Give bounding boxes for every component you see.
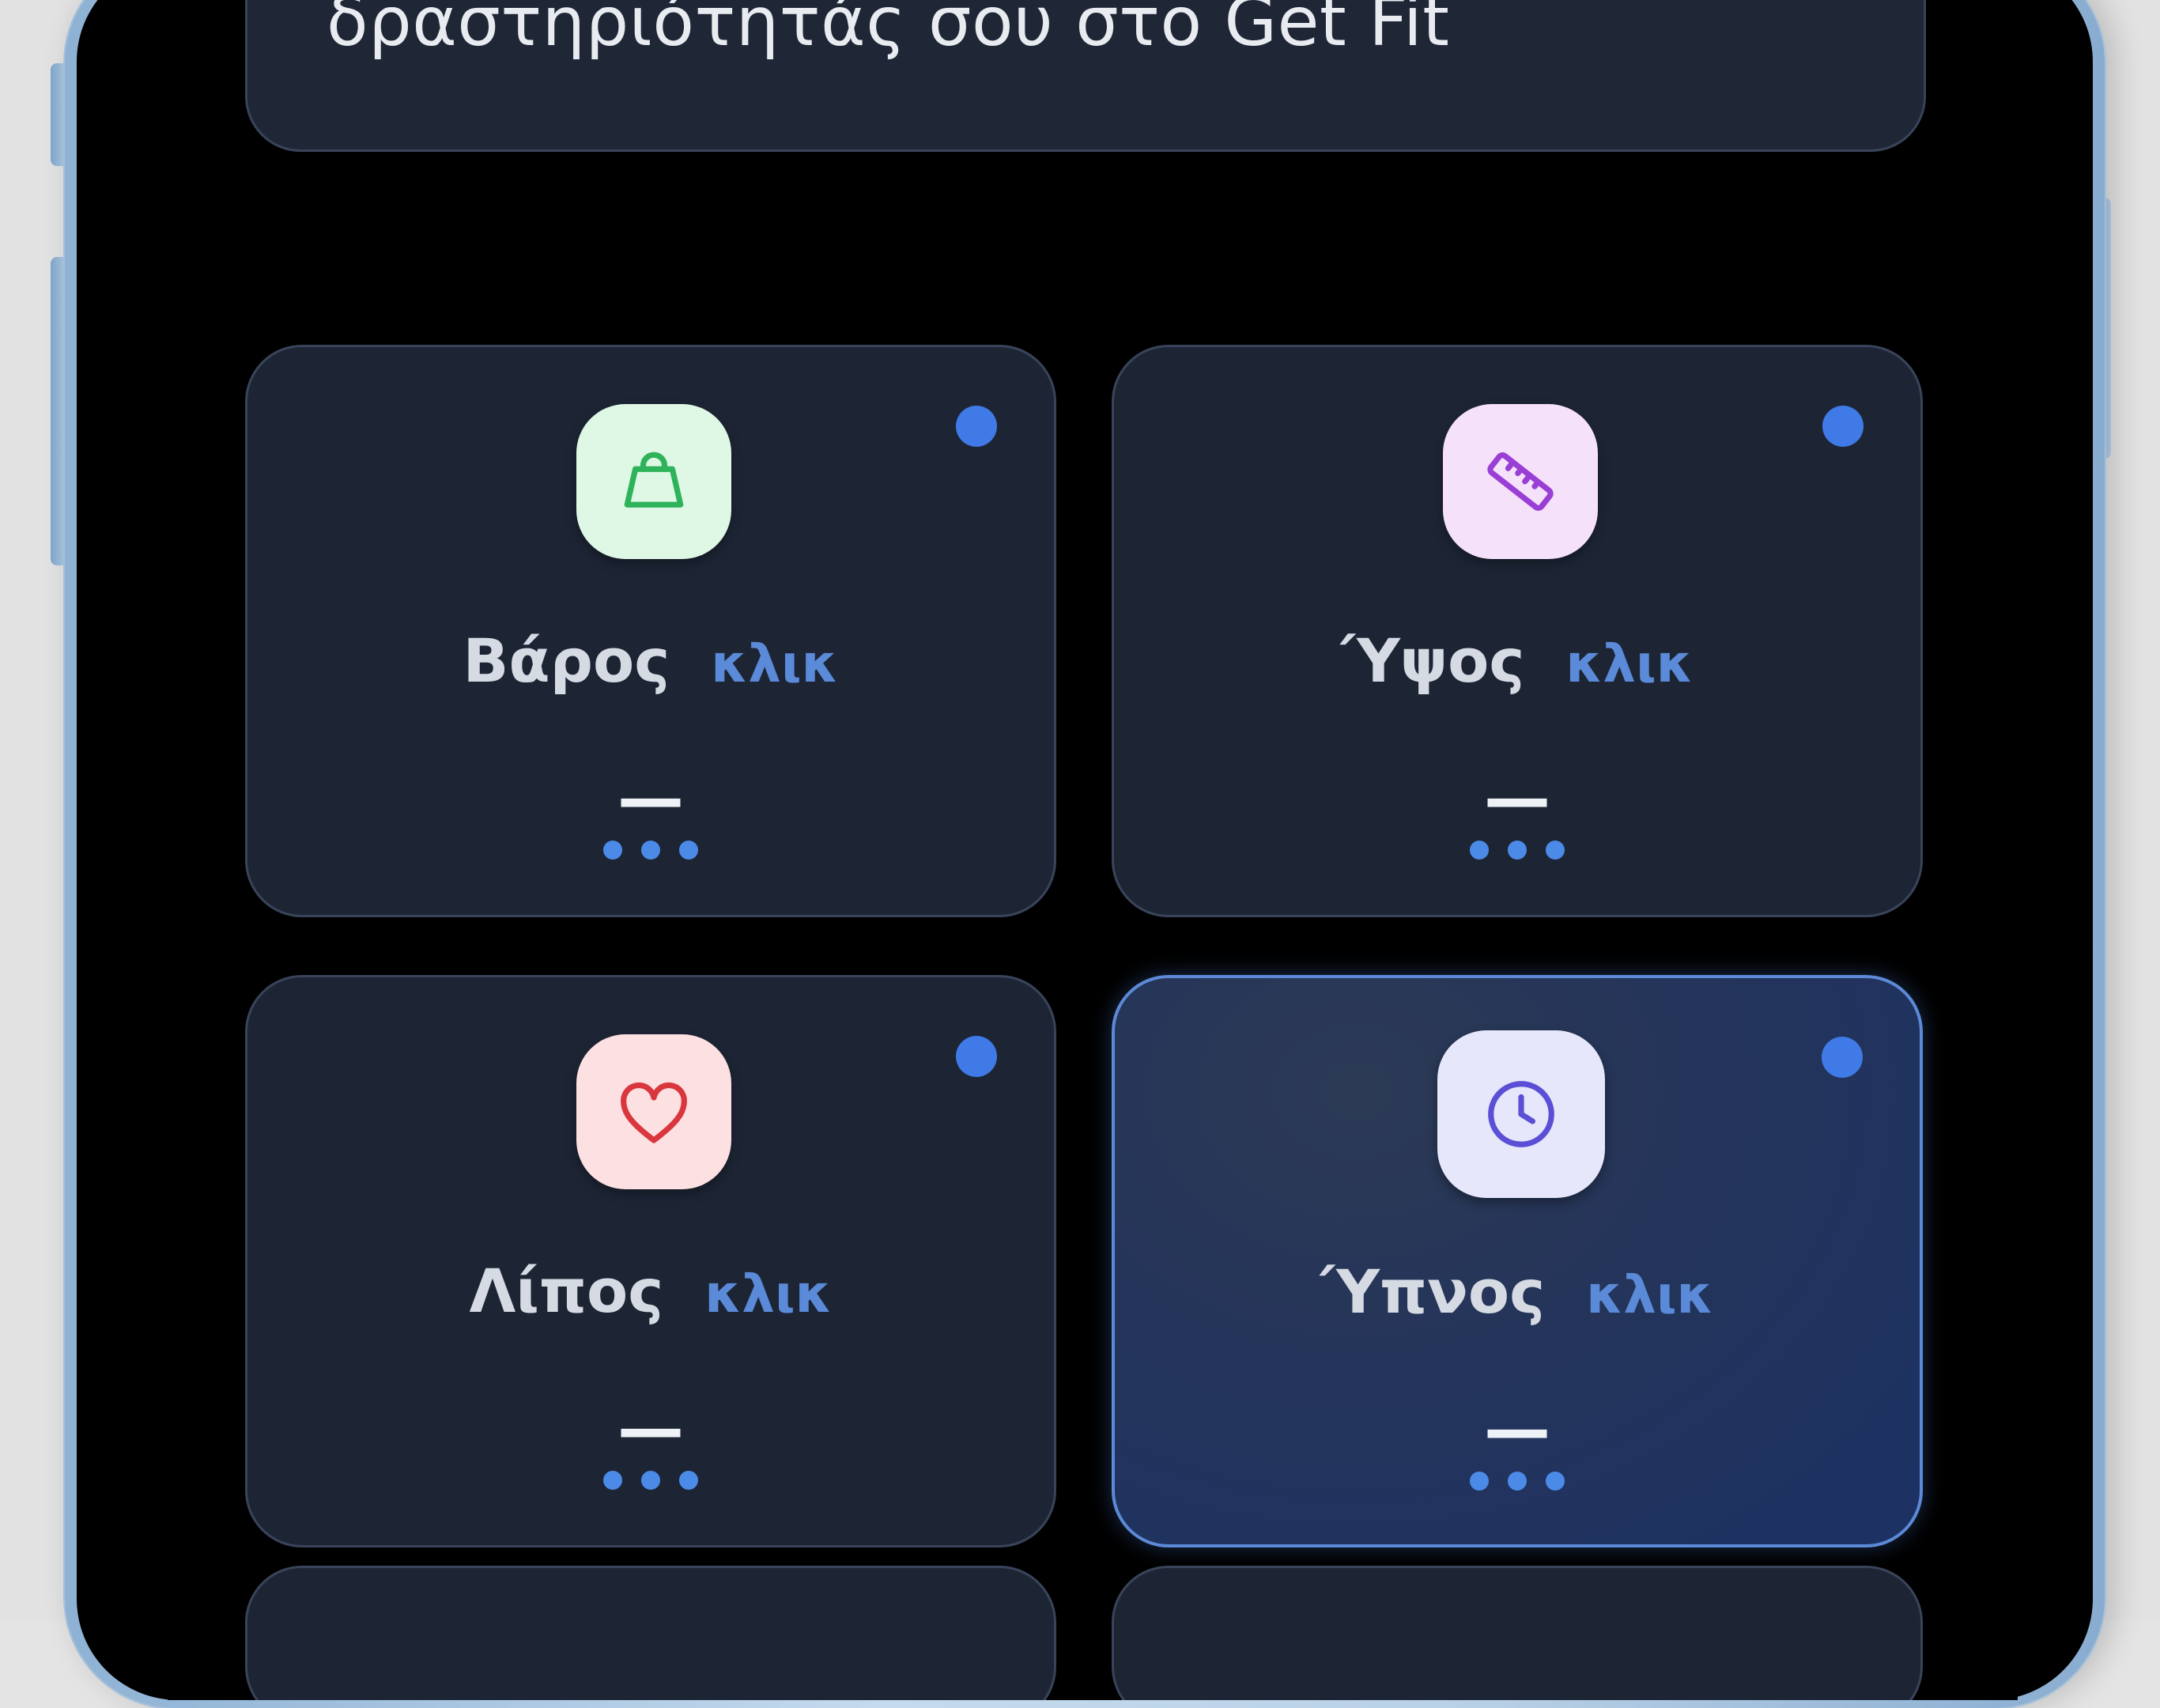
status-dot xyxy=(1822,406,1864,447)
metric-label-row: Ύπνος κλικ xyxy=(1115,1256,1920,1327)
metric-label: Ύψος xyxy=(1341,625,1525,696)
metric-label-row: Λίπος κλικ xyxy=(247,1256,1054,1326)
metric-value: — xyxy=(617,1389,684,1467)
more-dots[interactable] xyxy=(247,841,1054,860)
click-link[interactable]: κλικ xyxy=(704,1264,832,1324)
heart-icon-tile xyxy=(576,1034,731,1189)
metric-label-row: Βάρος κλικ xyxy=(247,625,1054,696)
metric-label-row: Ύψος κλικ xyxy=(1114,625,1920,696)
heart-icon xyxy=(621,1082,687,1143)
metric-card-height[interactable]: Ύψος κλικ — xyxy=(1112,345,1923,917)
metric-value: — xyxy=(1484,759,1550,837)
click-link[interactable]: κλικ xyxy=(711,633,838,694)
metric-card-fat[interactable]: Λίπος κλικ — xyxy=(245,975,1056,1547)
click-link[interactable]: κλικ xyxy=(1565,633,1693,694)
ruler-icon-tile xyxy=(1443,404,1598,559)
clock-icon-tile xyxy=(1437,1030,1605,1198)
metric-value: — xyxy=(617,759,684,837)
status-dot xyxy=(1822,1037,1863,1078)
metric-card-partial[interactable] xyxy=(1112,1566,1923,1700)
metric-card-partial[interactable] xyxy=(245,1566,1056,1700)
more-dots[interactable] xyxy=(1115,1472,1920,1491)
ruler-icon xyxy=(1487,452,1554,511)
metric-value: — xyxy=(1484,1390,1550,1468)
metric-label: Λίπος xyxy=(469,1256,664,1326)
info-card: δραστηριότητάς σου στο Get Fit xyxy=(245,0,1926,152)
info-card-text: δραστηριότητάς σου στο Get Fit xyxy=(327,0,1450,62)
status-dot xyxy=(956,1036,997,1077)
more-dots[interactable] xyxy=(247,1471,1054,1490)
weight-icon-tile xyxy=(576,404,731,559)
metric-label: Βάρος xyxy=(463,625,670,696)
status-dot xyxy=(956,406,997,447)
more-dots[interactable] xyxy=(1114,841,1920,860)
metric-label: Ύπνος xyxy=(1320,1256,1546,1327)
app-screen: δραστηριότητάς σου στο Get Fit Βάρος κλι… xyxy=(168,0,2018,1700)
metric-card-weight[interactable]: Βάρος κλικ — xyxy=(245,345,1056,917)
metric-card-sleep[interactable]: Ύπνος κλικ — xyxy=(1112,975,1923,1547)
clock-icon xyxy=(1488,1081,1554,1147)
click-link[interactable]: κλικ xyxy=(1586,1264,1713,1325)
weight-icon xyxy=(624,452,684,508)
